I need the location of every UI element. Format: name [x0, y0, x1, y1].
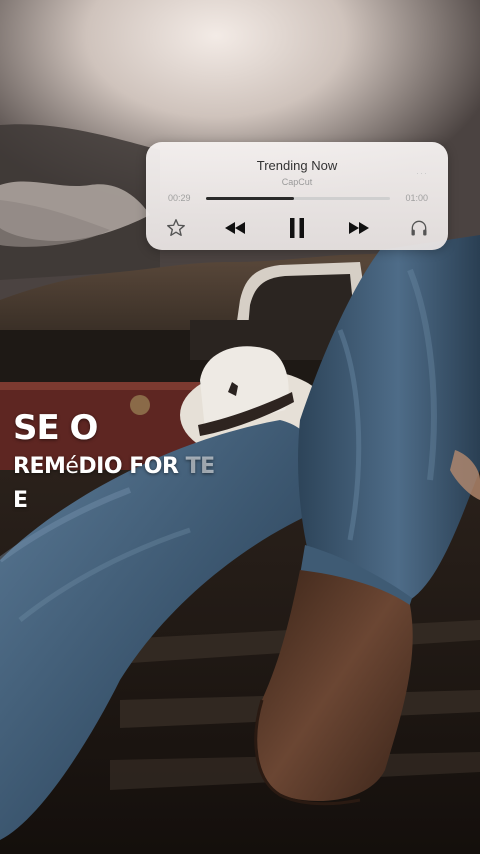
total-time: 01:00 — [405, 193, 428, 203]
lyrics-line-2: REMéDIO FOR TE — [13, 452, 215, 482]
pause-icon[interactable] — [286, 216, 308, 240]
progress-fill — [206, 197, 295, 200]
music-player-widget: Trending Now CapCut ··· 00:29 01:00 — [146, 142, 448, 250]
track-title: Trending Now — [256, 158, 338, 173]
lyrics-overlay: SE O REMéDIO FOR TE E — [13, 408, 215, 516]
lyrics-accent: é — [65, 454, 79, 479]
progress-bar[interactable] — [206, 197, 390, 200]
lyrics-line-1: SE O — [13, 408, 98, 448]
lyrics-word: DIO FOR — [78, 454, 179, 479]
lyrics-line-3: E — [13, 488, 29, 513]
track-artist: CapCut — [281, 177, 313, 187]
elapsed-time: 00:29 — [168, 193, 191, 203]
more-icon[interactable]: ··· — [416, 168, 428, 178]
lyrics-faded-word: TE — [185, 454, 216, 479]
headphones-icon[interactable] — [407, 216, 431, 240]
lyrics-word: REM — [13, 454, 66, 479]
rewind-icon[interactable] — [222, 218, 248, 238]
fast-forward-icon[interactable] — [346, 218, 372, 238]
star-icon[interactable] — [164, 216, 188, 240]
